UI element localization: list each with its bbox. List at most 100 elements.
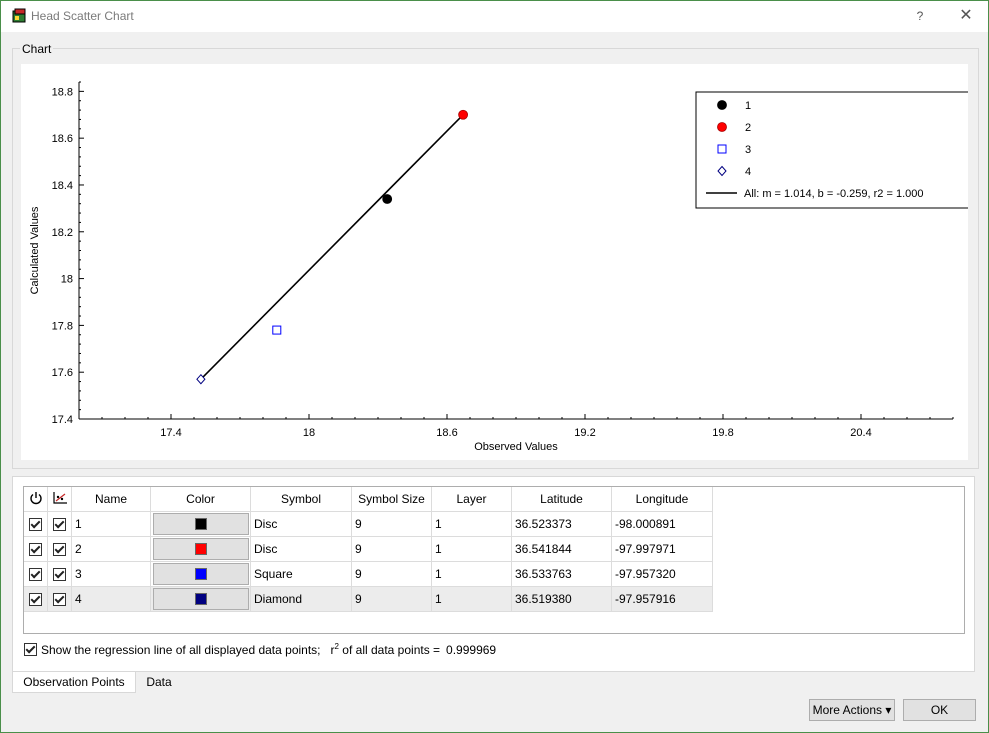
color-cell[interactable] (150, 561, 251, 587)
show-cell[interactable] (24, 561, 48, 587)
legend-label: 3 (745, 144, 751, 156)
x-tick-label: 20.4 (850, 427, 871, 439)
regression-cell[interactable] (47, 511, 72, 537)
color-swatch (195, 593, 207, 605)
latitude-header[interactable]: Latitude (511, 487, 612, 512)
name-header[interactable]: Name (71, 487, 151, 512)
chart-group-label: Chart (20, 42, 54, 56)
layer-header[interactable]: Layer (431, 487, 512, 512)
table-row[interactable]: 2 Disc 9 1 36.541844 -97.997971 (24, 536, 713, 562)
regression-checkbox[interactable] (53, 568, 66, 582)
longitude-cell[interactable]: -97.997971 (611, 536, 713, 562)
symbol-size-cell[interactable]: 9 (351, 536, 432, 562)
table-row[interactable]: 3 Square 9 1 36.533763 -97.957320 (24, 561, 713, 587)
y-tick-label: 18.6 (52, 133, 73, 145)
show-cell[interactable] (24, 536, 48, 562)
longitude-header[interactable]: Longitude (611, 487, 713, 512)
symbol-cell[interactable]: Disc (250, 536, 352, 562)
color-header[interactable]: Color (150, 487, 251, 512)
show-cell[interactable] (24, 511, 48, 537)
symbol-size-header[interactable]: Symbol Size (351, 487, 432, 512)
legend-symbol-1 (717, 100, 727, 110)
latitude-cell[interactable]: 36.533763 (511, 561, 612, 587)
power-icon (29, 491, 42, 504)
y-tick-label: 17.8 (52, 320, 73, 332)
more-actions-button[interactable]: More Actions ▾ (809, 699, 895, 721)
symbol-size-cell[interactable]: 9 (351, 511, 432, 537)
color-cell[interactable] (150, 586, 251, 612)
symbol-header[interactable]: Symbol (250, 487, 352, 512)
x-tick-label: 18 (303, 427, 315, 439)
show-cell[interactable] (24, 586, 48, 612)
r-squared-label: r2 of all data points = (331, 642, 441, 657)
name-cell[interactable]: 2 (71, 536, 151, 562)
regression-cell[interactable] (47, 586, 72, 612)
name-cell[interactable]: 1 (71, 511, 151, 537)
legend-regression-label: All: m = 1.014, b = -0.259, r2 = 1.000 (744, 188, 923, 200)
x-axis-title: Observed Values (474, 441, 558, 453)
tab-data[interactable]: Data (137, 672, 181, 692)
show-checkbox[interactable] (29, 518, 42, 532)
more-actions-label: More Actions (812, 703, 882, 717)
color-swatch (195, 568, 207, 580)
y-axis-title: Calculated Values (29, 206, 41, 294)
ok-button[interactable]: OK (903, 699, 976, 721)
window-title: Head Scatter Chart (31, 9, 134, 23)
regression-checkbox[interactable] (53, 593, 66, 607)
regression-cell[interactable] (47, 561, 72, 587)
symbol-cell[interactable]: Square (250, 561, 352, 587)
close-button[interactable]: ✕ (951, 5, 981, 27)
color-picker-button[interactable] (153, 538, 249, 560)
show-checkbox[interactable] (29, 543, 42, 557)
tab-observation-points[interactable]: Observation Points (12, 672, 136, 693)
longitude-cell[interactable]: -97.957320 (611, 561, 713, 587)
color-picker-button[interactable] (153, 588, 249, 610)
table-row[interactable]: 4 Diamond 9 1 36.519380 -97.957916 (24, 586, 713, 612)
app-icon (12, 8, 26, 23)
layer-cell[interactable]: 1 (431, 561, 512, 587)
legend-symbol-2 (717, 122, 727, 132)
regression-checkbox[interactable] (53, 543, 66, 557)
color-picker-button[interactable] (153, 563, 249, 585)
chart-icon (52, 491, 67, 504)
color-picker-button[interactable] (153, 513, 249, 535)
regression-line (200, 114, 464, 380)
latitude-cell[interactable]: 36.519380 (511, 586, 612, 612)
regression-checkbox[interactable] (53, 518, 66, 532)
legend-label: 2 (745, 122, 751, 134)
x-tick-label: 18.6 (436, 427, 457, 439)
name-cell[interactable]: 4 (71, 586, 151, 612)
latitude-cell[interactable]: 36.523373 (511, 511, 612, 537)
show-checkbox[interactable] (29, 568, 42, 582)
symbol-size-cell[interactable]: 9 (351, 586, 432, 612)
y-tick-label: 18.8 (52, 86, 73, 98)
layer-cell[interactable]: 1 (431, 536, 512, 562)
show-regression-label[interactable]: Show the regression line of all displaye… (41, 643, 321, 657)
latitude-cell[interactable]: 36.541844 (511, 536, 612, 562)
regression-cell[interactable] (47, 536, 72, 562)
longitude-cell[interactable]: -98.000891 (611, 511, 713, 537)
points-table: Name Color Symbol Symbol Size Layer Lati… (24, 487, 713, 612)
name-cell[interactable]: 3 (71, 561, 151, 587)
y-tick-label: 18 (61, 274, 73, 286)
show-regression-checkbox[interactable] (24, 643, 37, 656)
regression-column-header[interactable] (47, 487, 72, 512)
y-tick-label: 17.4 (52, 414, 73, 426)
legend-label: 1 (745, 100, 751, 112)
symbol-size-cell[interactable]: 9 (351, 561, 432, 587)
symbol-cell[interactable]: Diamond (250, 586, 352, 612)
data-point-1 (382, 194, 393, 204)
r-squared-suffix: of all data points = (338, 643, 441, 657)
help-button[interactable]: ? (906, 5, 934, 27)
table-row[interactable]: 1 Disc 9 1 36.523373 -98.000891 (24, 511, 713, 537)
symbol-cell[interactable]: Disc (250, 511, 352, 537)
y-tick-label: 18.4 (52, 180, 73, 192)
color-cell[interactable] (150, 536, 251, 562)
x-tick-label: 19.8 (712, 427, 733, 439)
show-checkbox[interactable] (29, 593, 42, 607)
layer-cell[interactable]: 1 (431, 511, 512, 537)
show-column-header[interactable] (24, 487, 48, 512)
color-cell[interactable] (150, 511, 251, 537)
layer-cell[interactable]: 1 (431, 586, 512, 612)
longitude-cell[interactable]: -97.957916 (611, 586, 713, 612)
